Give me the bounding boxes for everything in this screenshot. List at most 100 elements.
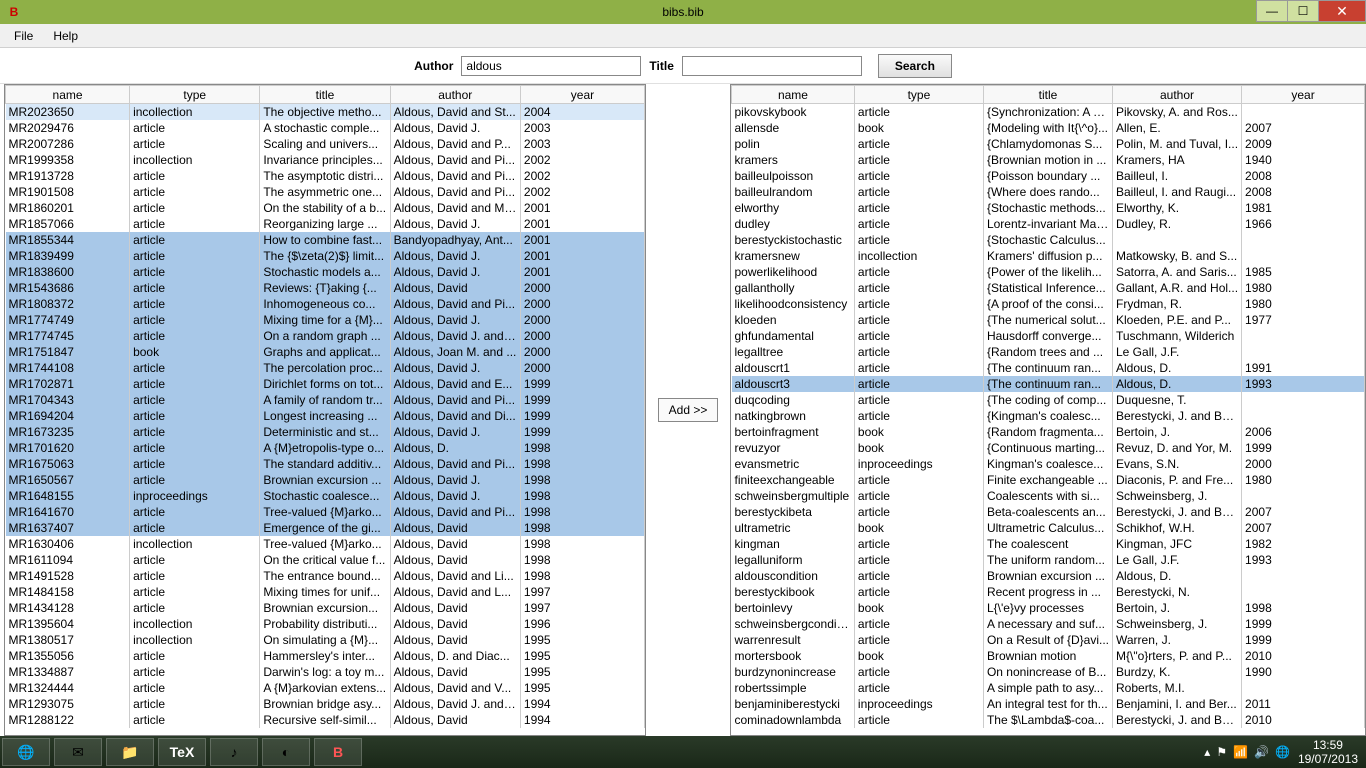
table-row[interactable]: MR1808372articleInhomogeneous co...Aldou…: [6, 296, 645, 312]
tray-chevron-icon[interactable]: ▴: [1204, 745, 1210, 759]
close-button[interactable]: ✕: [1318, 0, 1366, 22]
col-year[interactable]: year: [520, 86, 644, 104]
table-row[interactable]: MR1630406incollectionTree-valued {M}arko…: [6, 536, 645, 552]
table-row[interactable]: polinarticle{Chlamydomonas S...Polin, M.…: [732, 136, 1365, 152]
minimize-button[interactable]: —: [1256, 0, 1288, 22]
table-row[interactable]: MR1704343articleA family of random tr...…: [6, 392, 645, 408]
table-row[interactable]: MR1434128articleBrownian excursion...Ald…: [6, 600, 645, 616]
table-row[interactable]: finiteexchangeablearticleFinite exchange…: [732, 472, 1365, 488]
clock[interactable]: 13:59 19/07/2013: [1298, 738, 1358, 767]
table-row[interactable]: aldousconditionarticleBrownian excursion…: [732, 568, 1365, 584]
search-button[interactable]: Search: [878, 54, 952, 78]
table-row[interactable]: MR1673235articleDeterministic and st...A…: [6, 424, 645, 440]
table-row[interactable]: bertoinlevybookL{\'e}vy processesBertoin…: [732, 600, 1365, 616]
table-row[interactable]: MR1855344articleHow to combine fast...Ba…: [6, 232, 645, 248]
task-spotify[interactable]: ♪: [210, 738, 258, 766]
table-row[interactable]: MR1694204articleLongest increasing ...Al…: [6, 408, 645, 424]
table-row[interactable]: MR1751847bookGraphs and applicat...Aldou…: [6, 344, 645, 360]
network-icon[interactable]: 🌐: [1275, 745, 1290, 759]
table-row[interactable]: MR1641670articleTree-valued {M}arko...Al…: [6, 504, 645, 520]
table-row[interactable]: MR1701620articleA {M}etropolis-type o...…: [6, 440, 645, 456]
wifi-icon[interactable]: 📶: [1233, 745, 1248, 759]
table-row[interactable]: legalltreearticle{Random trees and ...Le…: [732, 344, 1365, 360]
table-row[interactable]: allensdebook{Modeling with It{\^o}...All…: [732, 120, 1365, 136]
table-row[interactable]: MR1355056articleHammersley's inter...Ald…: [6, 648, 645, 664]
table-row[interactable]: legalluniformarticleThe uniform random..…: [732, 552, 1365, 568]
menu-file[interactable]: File: [4, 26, 43, 46]
table-row[interactable]: berestyckistochasticarticle{Stochastic C…: [732, 232, 1365, 248]
table-row[interactable]: mortersbookbookBrownian motionM{\"o}rter…: [732, 648, 1365, 664]
table-row[interactable]: MR1380517incollectionOn simulating a {M}…: [6, 632, 645, 648]
col-type[interactable]: type: [854, 86, 983, 104]
table-row[interactable]: MR1637407articleEmergence of the gi...Al…: [6, 520, 645, 536]
table-row[interactable]: kingmanarticleThe coalescentKingman, JFC…: [732, 536, 1365, 552]
col-type[interactable]: type: [130, 86, 260, 104]
col-author[interactable]: author: [390, 86, 520, 104]
table-row[interactable]: aldouscrt3article{The continuum ran...Al…: [732, 376, 1365, 392]
table-row[interactable]: MR1774745articleOn a random graph ...Ald…: [6, 328, 645, 344]
table-row[interactable]: MR1901508articleThe asymmetric one...Ald…: [6, 184, 645, 200]
table-row[interactable]: pikovskybookarticle{Synchronization: A u…: [732, 104, 1365, 120]
table-row[interactable]: burdzynonincreasearticleOn nonincrease o…: [732, 664, 1365, 680]
col-author[interactable]: author: [1113, 86, 1242, 104]
tray-icons[interactable]: ▴ ⚑ 📶 🔊 🌐: [1204, 745, 1290, 759]
menu-help[interactable]: Help: [43, 26, 88, 46]
table-row[interactable]: MR1675063articleThe standard additiv...A…: [6, 456, 645, 472]
table-row[interactable]: kloedenarticle{The numerical solut...Klo…: [732, 312, 1365, 328]
table-row[interactable]: MR1839499articleThe {$\zeta(2)$} limit..…: [6, 248, 645, 264]
table-row[interactable]: MR1913728articleThe asymptotic distri...…: [6, 168, 645, 184]
table-row[interactable]: warrenresultarticleOn a Result of {D}avi…: [732, 632, 1365, 648]
table-row[interactable]: MR1744108articleThe percolation proc...A…: [6, 360, 645, 376]
flag-icon[interactable]: ⚑: [1216, 745, 1227, 759]
table-row[interactable]: MR1395604incollectionProbability distrib…: [6, 616, 645, 632]
title-input[interactable]: [682, 56, 862, 76]
table-row[interactable]: powerlikelihoodarticle{Power of the like…: [732, 264, 1365, 280]
table-row[interactable]: gallanthollyarticle{Statistical Inferenc…: [732, 280, 1365, 296]
table-row[interactable]: revuzyorbook{Continuous marting...Revuz,…: [732, 440, 1365, 456]
task-explorer[interactable]: 📁: [106, 738, 154, 766]
table-row[interactable]: MR2029476articleA stochastic comple...Al…: [6, 120, 645, 136]
table-row[interactable]: bailleulrandomarticle{Where does rando..…: [732, 184, 1365, 200]
table-row[interactable]: cominadownlambdaarticleThe $\Lambda$-coa…: [732, 712, 1365, 728]
table-row[interactable]: MR1288122articleRecursive self-simil...A…: [6, 712, 645, 728]
table-row[interactable]: ultrametricbookUltrametric Calculus...Sc…: [732, 520, 1365, 536]
task-eclipse[interactable]: ◐: [262, 738, 310, 766]
task-bibapp[interactable]: B: [314, 738, 362, 766]
volume-icon[interactable]: 🔊: [1254, 745, 1269, 759]
table-row[interactable]: schweinsbergconditi...articleA necessary…: [732, 616, 1365, 632]
table-row[interactable]: MR1838600articleStochastic models a...Al…: [6, 264, 645, 280]
col-name[interactable]: name: [732, 86, 855, 104]
task-thunderbird[interactable]: ✉: [54, 738, 102, 766]
table-row[interactable]: bertoinfragmentbook{Random fragmenta...B…: [732, 424, 1365, 440]
table-row[interactable]: schweinsbergmultiplearticleCoalescents w…: [732, 488, 1365, 504]
task-tex[interactable]: TeX: [158, 738, 206, 766]
table-row[interactable]: ghfundamentalarticleHausdorff converge..…: [732, 328, 1365, 344]
table-row[interactable]: MR1484158articleMixing times for unif...…: [6, 584, 645, 600]
table-row[interactable]: berestyckibetaarticleBeta-coalescents an…: [732, 504, 1365, 520]
table-row[interactable]: MR1774749articleMixing time for a {M}...…: [6, 312, 645, 328]
task-chrome[interactable]: 🌐: [2, 738, 50, 766]
table-row[interactable]: duqcodingarticle{The coding of comp...Du…: [732, 392, 1365, 408]
table-row[interactable]: MR1702871articleDirichlet forms on tot..…: [6, 376, 645, 392]
table-row[interactable]: evansmetricinproceedingsKingman's coales…: [732, 456, 1365, 472]
table-row[interactable]: MR2023650incollectionThe objective metho…: [6, 104, 645, 120]
table-row[interactable]: MR1293075articleBrownian bridge asy...Al…: [6, 696, 645, 712]
table-row[interactable]: natkingbrownarticle{Kingman's coalesc...…: [732, 408, 1365, 424]
add-button[interactable]: Add >>: [658, 398, 719, 422]
table-row[interactable]: MR1334887articleDarwin's log: a toy m...…: [6, 664, 645, 680]
table-row[interactable]: MR1860201articleOn the stability of a b.…: [6, 200, 645, 216]
table-row[interactable]: aldouscrt1article{The continuum ran...Al…: [732, 360, 1365, 376]
table-row[interactable]: likelihoodconsistencyarticle{A proof of …: [732, 296, 1365, 312]
table-row[interactable]: benjaminiberestyckiinproceedingsAn integ…: [732, 696, 1365, 712]
table-row[interactable]: MR1491528articleThe entrance bound...Ald…: [6, 568, 645, 584]
table-row[interactable]: dudleyarticleLorentz-invariant Mar...Dud…: [732, 216, 1365, 232]
table-row[interactable]: MR2007286articleScaling and univers...Al…: [6, 136, 645, 152]
left-table-scroll[interactable]: name type title author year MR2023650inc…: [5, 85, 645, 735]
table-row[interactable]: MR1543686articleReviews: {T}aking {...Al…: [6, 280, 645, 296]
col-name[interactable]: name: [6, 86, 130, 104]
table-row[interactable]: kramersnewincollectionKramers' diffusion…: [732, 248, 1365, 264]
table-row[interactable]: MR1324444articleA {M}arkovian extens...A…: [6, 680, 645, 696]
col-title[interactable]: title: [983, 86, 1112, 104]
author-input[interactable]: [461, 56, 641, 76]
table-row[interactable]: berestyckibookarticleRecent progress in …: [732, 584, 1365, 600]
